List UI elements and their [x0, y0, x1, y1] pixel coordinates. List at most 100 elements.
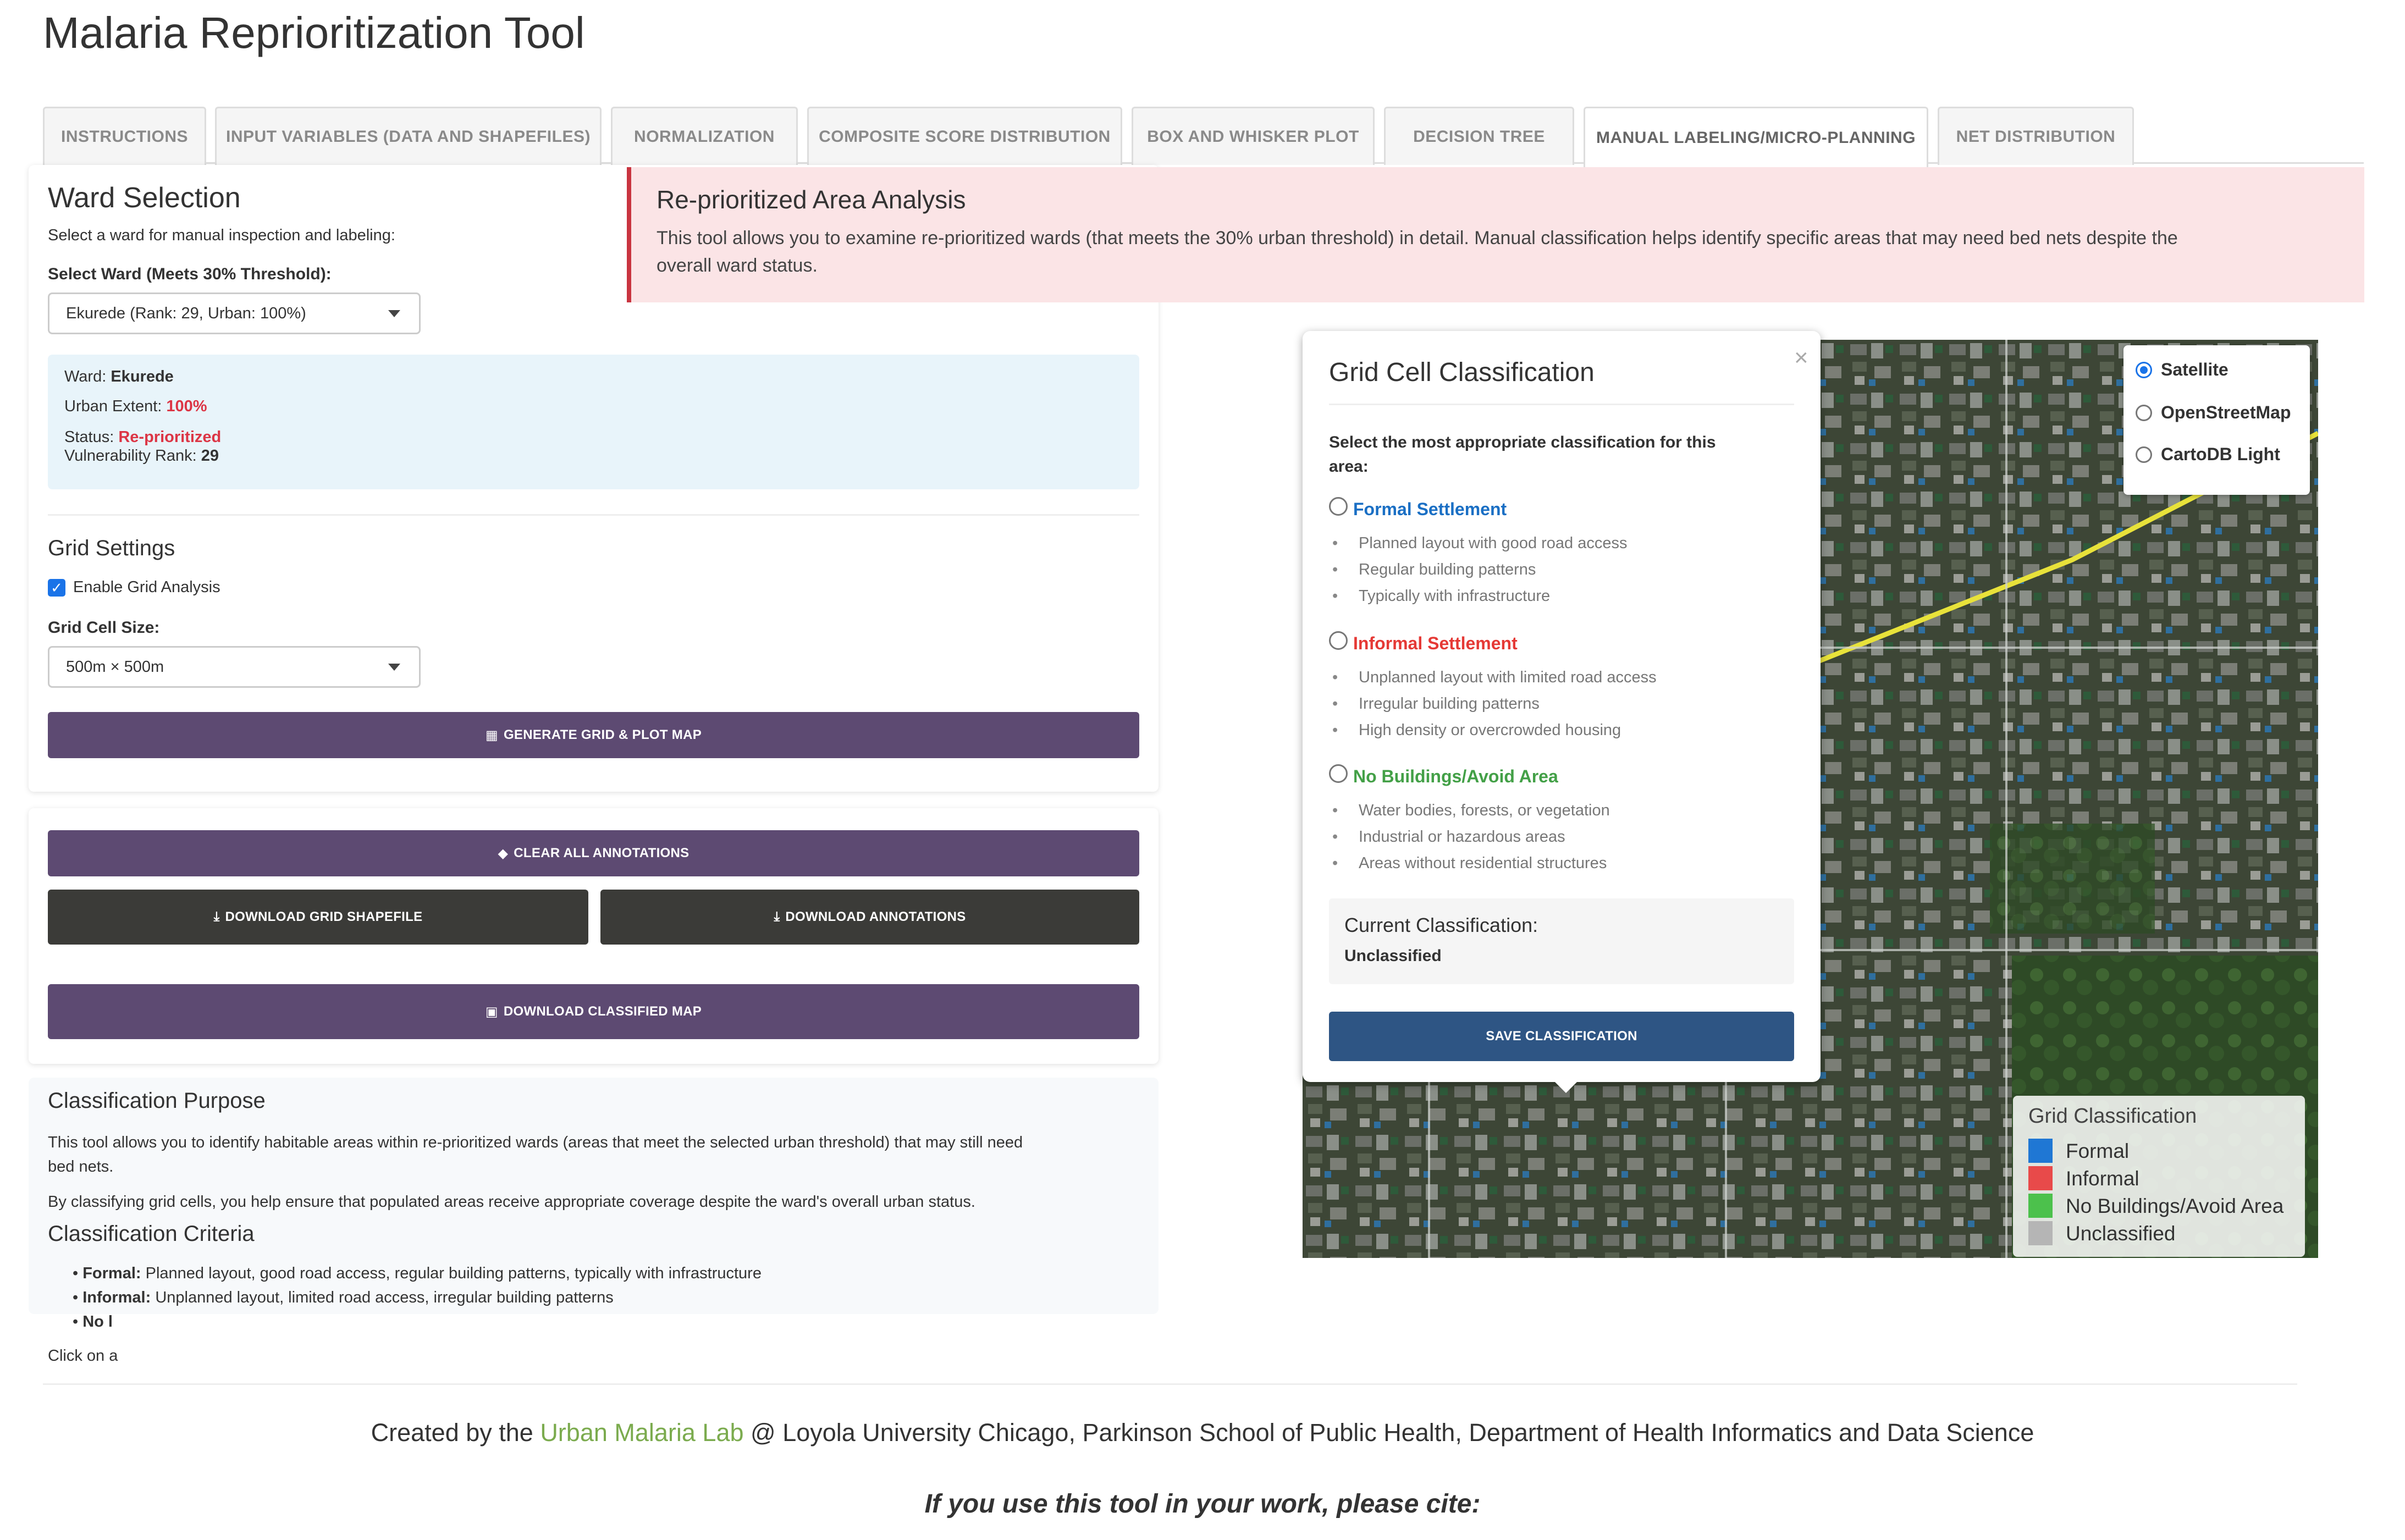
radio-no-buildings[interactable] [1329, 764, 1348, 783]
chevron-down-icon [388, 664, 400, 671]
ward-value: Ekurede [111, 368, 174, 385]
layer-option-cartodb[interactable]: CartoDB Light [2136, 444, 2280, 465]
legend-swatch-unclassified [2028, 1221, 2053, 1245]
generate-grid-button[interactable]: ▦ GENERATE GRID & PLOT MAP [48, 712, 1139, 758]
tab-composite-score[interactable]: COMPOSITE SCORE DISTRIBUTION [807, 107, 1122, 165]
alert-title: Re-prioritized Area Analysis [657, 185, 966, 214]
layer-label: CartoDB Light [2161, 444, 2280, 464]
option-informal-bullet: Unplanned layout with limited road acces… [1332, 669, 1657, 687]
tab-box-whisker[interactable]: BOX AND WHISKER PLOT [1132, 107, 1375, 165]
criteria-formal: • Formal: Planned layout, good road acce… [73, 1265, 762, 1282]
divider [48, 514, 1139, 516]
option-no-buildings-bullet: Industrial or hazardous areas [1332, 828, 1565, 846]
purpose-title: Classification Purpose [48, 1089, 266, 1113]
option-formal-bullet: Regular building patterns [1332, 561, 1536, 579]
select-ward-label: Select Ward (Meets 30% Threshold): [48, 265, 332, 283]
ward-selection-description: Select a ward for manual inspection and … [48, 227, 395, 244]
popup-prompt-line2: area: [1329, 457, 1369, 476]
purpose-text-line1: This tool allows you to identify habitab… [48, 1134, 1023, 1151]
reprioritized-alert: Re-prioritized Area Analysis This tool a… [627, 167, 2364, 302]
actions-panel: ◆ CLEAR ALL ANNOTATIONS ⤓ DOWNLOAD GRID … [29, 808, 1159, 1064]
purpose-text-2: By classifying grid cells, you help ensu… [48, 1193, 975, 1211]
app-title: Malaria Reprioritization Tool [43, 8, 585, 57]
map-icon: ▦ [485, 727, 498, 743]
ward-label: Ward: [64, 368, 107, 385]
grid-settings-title: Grid Settings [48, 536, 175, 560]
option-formal-bullet: Typically with infrastructure [1332, 587, 1550, 605]
option-informal-bullet: High density or overcrowded housing [1332, 721, 1621, 739]
layer-control: Satellite OpenStreetMap CartoDB Light [2123, 345, 2310, 495]
tab-bar: INSTRUCTIONS INPUT VARIABLES (DATA AND S… [43, 107, 2364, 167]
download-icon: ⤓ [774, 909, 780, 924]
vulnerability-rank-label: Vulnerability Rank: [64, 447, 197, 465]
radio-icon[interactable] [2136, 446, 2152, 463]
urban-extent-value: 100% [166, 398, 207, 415]
tab-decision-tree[interactable]: DECISION TREE [1384, 107, 1574, 165]
popup-tip [1551, 1078, 1581, 1093]
close-icon[interactable]: × [1794, 344, 1808, 372]
chevron-down-icon [388, 310, 400, 317]
urban-malaria-lab-link[interactable]: Urban Malaria Lab [540, 1418, 743, 1447]
popup-prompt-line1: Select the most appropriate classificati… [1329, 433, 1716, 451]
status-value: Re-prioritized [118, 428, 222, 446]
tab-input-variables[interactable]: INPUT VARIABLES (DATA AND SHAPEFILES) [215, 107, 602, 165]
layer-option-satellite[interactable]: Satellite [2136, 360, 2229, 380]
legend-label-informal: Informal [2066, 1167, 2139, 1190]
layer-label: OpenStreetMap [2161, 402, 2291, 422]
popup-title: Grid Cell Classification [1329, 358, 1595, 387]
tab-manual-labeling[interactable]: MANUAL LABELING/MICRO-PLANNING [1584, 107, 1928, 167]
checkbox-checked-icon[interactable]: ✓ [48, 578, 65, 597]
footer-credit: Created by the Urban Malaria Lab @ Loyol… [0, 1418, 2405, 1447]
credit-suffix: @ Loyola University Chicago, Parkinson S… [743, 1418, 2034, 1447]
grid-cell-size-select[interactable]: 500m × 500m [48, 646, 421, 688]
download-annotations-button[interactable]: ⤓ DOWNLOAD ANNOTATIONS [600, 890, 1139, 945]
criteria-title: Classification Criteria [48, 1222, 255, 1246]
radio-icon[interactable] [2136, 404, 2152, 421]
download-classified-map-button[interactable]: ▣ DOWNLOAD CLASSIFIED MAP [48, 984, 1139, 1039]
vulnerability-rank-value: 29 [201, 447, 219, 465]
criteria-no-buildings: • No l [73, 1313, 113, 1331]
criteria-informal: • Informal: Unplanned layout, limited ro… [73, 1289, 614, 1306]
save-classification-label: SAVE CLASSIFICATION [1486, 1029, 1637, 1044]
option-informal-label: Informal Settlement [1353, 633, 1518, 653]
option-formal-label: Formal Settlement [1353, 499, 1507, 519]
layer-option-osm[interactable]: OpenStreetMap [2136, 402, 2291, 423]
clear-annotations-button[interactable]: ◆ CLEAR ALL ANNOTATIONS [48, 830, 1139, 876]
urban-extent-label: Urban Extent: [64, 398, 162, 415]
image-icon: ▣ [485, 1004, 498, 1019]
legend-swatch-formal [2028, 1139, 2053, 1163]
grid-cell-size-value: 500m × 500m [66, 658, 164, 676]
tab-normalization[interactable]: NORMALIZATION [611, 107, 798, 165]
grid-analysis-checkbox-row[interactable]: ✓ Enable Grid Analysis [48, 578, 220, 597]
grid-cell-size-label: Grid Cell Size: [48, 619, 160, 637]
legend-swatch-informal [2028, 1166, 2053, 1190]
generate-grid-label: GENERATE GRID & PLOT MAP [503, 727, 702, 742]
click-instruction: Click on a [48, 1347, 118, 1365]
legend-title: Grid Classification [2028, 1105, 2197, 1128]
ward-select-value: Ekurede (Rank: 29, Urban: 100%) [66, 304, 306, 322]
legend-label-unclassified: Unclassified [2066, 1222, 2176, 1245]
classification-purpose-panel: Classification Purpose This tool allows … [29, 1078, 1159, 1314]
status-label: Status: [64, 428, 114, 446]
save-classification-button[interactable]: SAVE CLASSIFICATION [1329, 1012, 1794, 1061]
alert-text-line1: This tool allows you to examine re-prior… [657, 228, 2178, 249]
alert-text-line2: overall ward status. [657, 255, 818, 276]
map-legend: Grid Classification Formal Informal No B… [2013, 1096, 2305, 1257]
download-icon: ⤓ [213, 909, 220, 924]
ward-select[interactable]: Ekurede (Rank: 29, Urban: 100%) [48, 292, 421, 334]
tab-instructions[interactable]: INSTRUCTIONS [43, 107, 206, 165]
ward-info-box: Ward: Ekurede Urban Extent: 100% Status:… [48, 355, 1139, 489]
option-no-buildings-bullet: Areas without residential structures [1332, 854, 1607, 873]
radio-checked-icon[interactable] [2136, 361, 2152, 378]
download-grid-shapefile-button[interactable]: ⤓ DOWNLOAD GRID SHAPEFILE [48, 890, 588, 945]
tab-net-distribution[interactable]: NET DISTRIBUTION [1938, 107, 2134, 165]
purpose-text-line2: bed nets. [48, 1158, 114, 1175]
footer-divider [43, 1383, 2297, 1385]
download-map-label: DOWNLOAD CLASSIFIED MAP [503, 1004, 702, 1019]
radio-formal[interactable] [1329, 497, 1348, 516]
ward-selection-title: Ward Selection [48, 182, 241, 214]
credit-prefix: Created by the [371, 1418, 540, 1447]
grid-cell-classification-popup: Grid Cell Classification × Select the mo… [1303, 331, 1821, 1082]
legend-swatch-no-buildings [2028, 1194, 2053, 1218]
radio-informal[interactable] [1329, 631, 1348, 650]
